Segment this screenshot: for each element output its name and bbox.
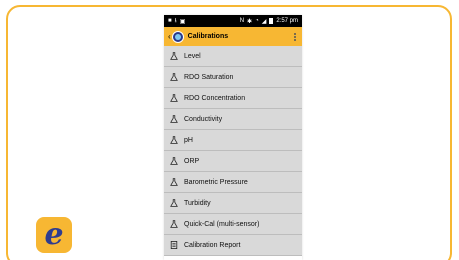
flask-icon [169, 156, 179, 166]
list-item[interactable]: RDO Saturation [164, 67, 302, 88]
list-item[interactable]: RDO Concentration [164, 88, 302, 109]
brand-logo: e [36, 217, 72, 253]
list-item[interactable]: Quick-Cal (multi-sensor) [164, 214, 302, 235]
nfc-icon: N [239, 18, 245, 24]
wifi-icon: ◔ [255, 18, 259, 24]
flask-icon [169, 93, 179, 103]
app-logo-icon[interactable] [171, 30, 184, 43]
overflow-menu-icon[interactable] [294, 32, 298, 41]
list-item-label: Conductivity [184, 115, 223, 123]
list-item[interactable]: Turbidity [164, 193, 302, 214]
list-item[interactable]: Level [164, 46, 302, 67]
photo-icon: ▣ [179, 18, 186, 25]
battery-icon [269, 18, 274, 24]
flask-icon [169, 114, 179, 124]
calibrations-list: Level RDO Saturation RDO Concentration Cond… [164, 46, 302, 256]
status-right: N ✱ ◔ ◢ 2:57 pm [240, 18, 298, 25]
list-item[interactable]: Barometric Pressure [164, 172, 302, 193]
list-item-label: Level [184, 52, 201, 60]
download-icon: ⭳ [174, 18, 177, 24]
back-chevron-icon[interactable]: ‹ [168, 32, 171, 41]
video-icon: ■ [168, 18, 172, 24]
status-bar: ■ ⭳ ▣ N ✱ ◔ ◢ 2:57 pm [164, 15, 302, 27]
report-icon [169, 240, 179, 250]
flask-icon [169, 198, 179, 208]
list-item-label: RDO Saturation [184, 73, 234, 81]
phone-screen: ■ ⭳ ▣ N ✱ ◔ ◢ 2:57 pm ‹ Calibrations Lev… [164, 15, 302, 260]
brand-logo-letter: e [44, 217, 64, 252]
flask-icon [169, 135, 179, 145]
app-bar: ‹ Calibrations [164, 27, 302, 46]
flask-icon [169, 177, 179, 187]
list-item[interactable]: Calibration Report [164, 235, 302, 256]
list-item-label: Barometric Pressure [184, 178, 248, 186]
page-title: Calibrations [187, 33, 229, 40]
list-item[interactable]: ORP [164, 151, 302, 172]
list-item[interactable]: Conductivity [164, 109, 302, 130]
list-item-label: ORP [184, 157, 200, 165]
status-time: 2:57 pm [276, 18, 298, 24]
list-item-label: RDO Concentration [184, 94, 246, 102]
flask-icon [169, 51, 179, 61]
list-item-label: pH [184, 136, 193, 144]
flask-icon [169, 72, 179, 82]
flask-icon [169, 219, 179, 229]
list-item-label: Calibration Report [184, 241, 241, 249]
status-left: ■ ⭳ ▣ [168, 16, 185, 26]
list-item-label: Quick-Cal (multi-sensor) [184, 220, 260, 228]
bluetooth-icon: ✱ [247, 18, 253, 25]
list-item[interactable]: pH [164, 130, 302, 151]
signal-icon: ◢ [261, 18, 267, 25]
list-item-label: Turbidity [184, 199, 211, 207]
